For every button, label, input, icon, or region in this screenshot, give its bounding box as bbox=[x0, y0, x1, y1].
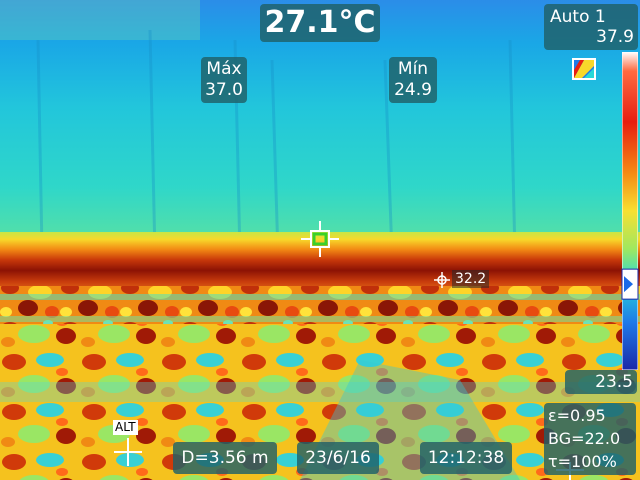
measurement-params: ε=0.95 BG=22.0 τ=100% bbox=[544, 403, 636, 475]
time-readout: 12:12:38 bbox=[420, 442, 512, 474]
emissivity-value: ε=0.95 bbox=[548, 406, 606, 425]
center-temperature: 27.1°C bbox=[260, 4, 380, 42]
scale-min-value: 23.5 bbox=[565, 370, 637, 394]
max-temperature-tag: Máx 37.0 bbox=[201, 57, 247, 103]
color-scale-bar bbox=[622, 52, 638, 370]
palette-icon[interactable] bbox=[572, 58, 596, 80]
alt-label: ALT bbox=[113, 420, 138, 435]
max-value: 37.0 bbox=[205, 80, 243, 100]
min-value: 24.9 bbox=[394, 80, 432, 100]
scale-max-value: 37.9 bbox=[596, 27, 634, 47]
transmission-value: τ=100% bbox=[548, 452, 617, 471]
max-label: Máx bbox=[206, 59, 242, 79]
distance-readout: D=3.56 m bbox=[173, 442, 277, 474]
range-mode-label: Auto 1 bbox=[550, 7, 606, 27]
spot-temperature: 32.2 bbox=[452, 270, 490, 288]
min-label: Mín bbox=[397, 59, 429, 79]
range-mode-tag[interactable]: Auto 1 37.9 bbox=[544, 4, 638, 50]
background-temp-value: BG=22.0 bbox=[548, 429, 621, 448]
date-readout: 23/6/16 bbox=[297, 442, 379, 474]
min-temperature-tag: Mín 24.9 bbox=[389, 57, 437, 103]
